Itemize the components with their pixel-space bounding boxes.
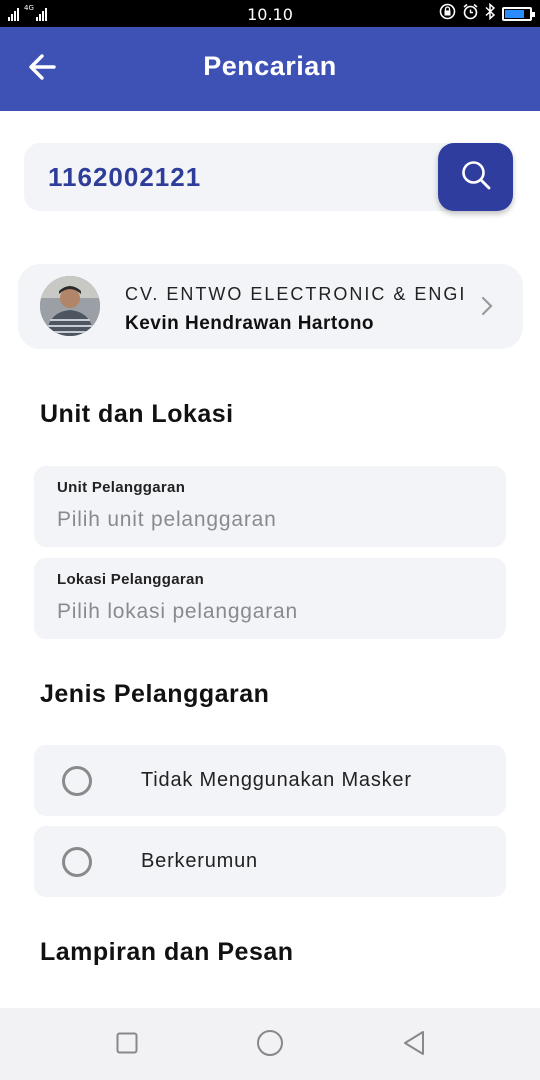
lock-rotation-icon — [439, 3, 456, 25]
radio-button[interactable] — [62, 766, 92, 796]
battery-icon — [502, 6, 535, 21]
back-nav-button[interactable] — [397, 1028, 431, 1062]
circle-icon — [256, 1029, 284, 1062]
square-icon — [116, 1032, 138, 1059]
location-field-label: Lokasi Pelanggaran — [57, 571, 205, 588]
location-field[interactable]: Lokasi Pelanggaran Pilih lokasi pelangga… — [34, 558, 506, 639]
violation-option-label: Tidak Menggunakan Masker — [141, 769, 412, 791]
profile-card[interactable]: CV. ENTWO ELECTRONIC & ENGI Kevin Hendra… — [18, 264, 523, 349]
search-bar: 1162002121 — [24, 143, 513, 211]
system-nav-bar — [0, 1008, 540, 1080]
unit-field-label: Unit Pelanggaran — [57, 479, 186, 496]
section-title-violation: Jenis Pelanggaran — [40, 680, 270, 708]
violation-option-label: Berkerumun — [141, 850, 258, 872]
unit-field-placeholder: Pilih unit pelanggaran — [57, 508, 277, 531]
location-field-placeholder: Pilih lokasi pelanggaran — [57, 600, 299, 623]
violation-option-masker[interactable]: Tidak Menggunakan Masker — [34, 745, 506, 816]
section-title-unit: Unit dan Lokasi — [40, 400, 234, 428]
unit-field[interactable]: Unit Pelanggaran Pilih unit pelanggaran — [34, 466, 506, 547]
search-input[interactable]: 1162002121 — [48, 162, 201, 193]
company-name: CV. ENTWO ELECTRONIC & ENGI — [125, 284, 467, 304]
search-button[interactable] — [438, 143, 513, 211]
home-button[interactable] — [253, 1028, 287, 1062]
bluetooth-icon — [485, 2, 496, 25]
chevron-right-icon — [481, 296, 493, 321]
search-icon — [460, 159, 492, 196]
page-title: Pencarian — [203, 51, 337, 81]
section-title-attachment: Lampiran dan Pesan — [40, 938, 294, 966]
violation-option-berkerumun[interactable]: Berkerumun — [34, 826, 506, 897]
status-icons — [439, 2, 535, 25]
recent-apps-button[interactable] — [110, 1028, 144, 1062]
app-bar: Pencarian — [0, 27, 540, 111]
triangle-back-icon — [402, 1030, 426, 1061]
alarm-icon — [462, 3, 479, 25]
status-bar: 4G 10.10 — [0, 0, 540, 27]
avatar — [40, 276, 100, 336]
radio-button[interactable] — [62, 847, 92, 877]
person-name: Kevin Hendrawan Hartono — [125, 313, 375, 334]
